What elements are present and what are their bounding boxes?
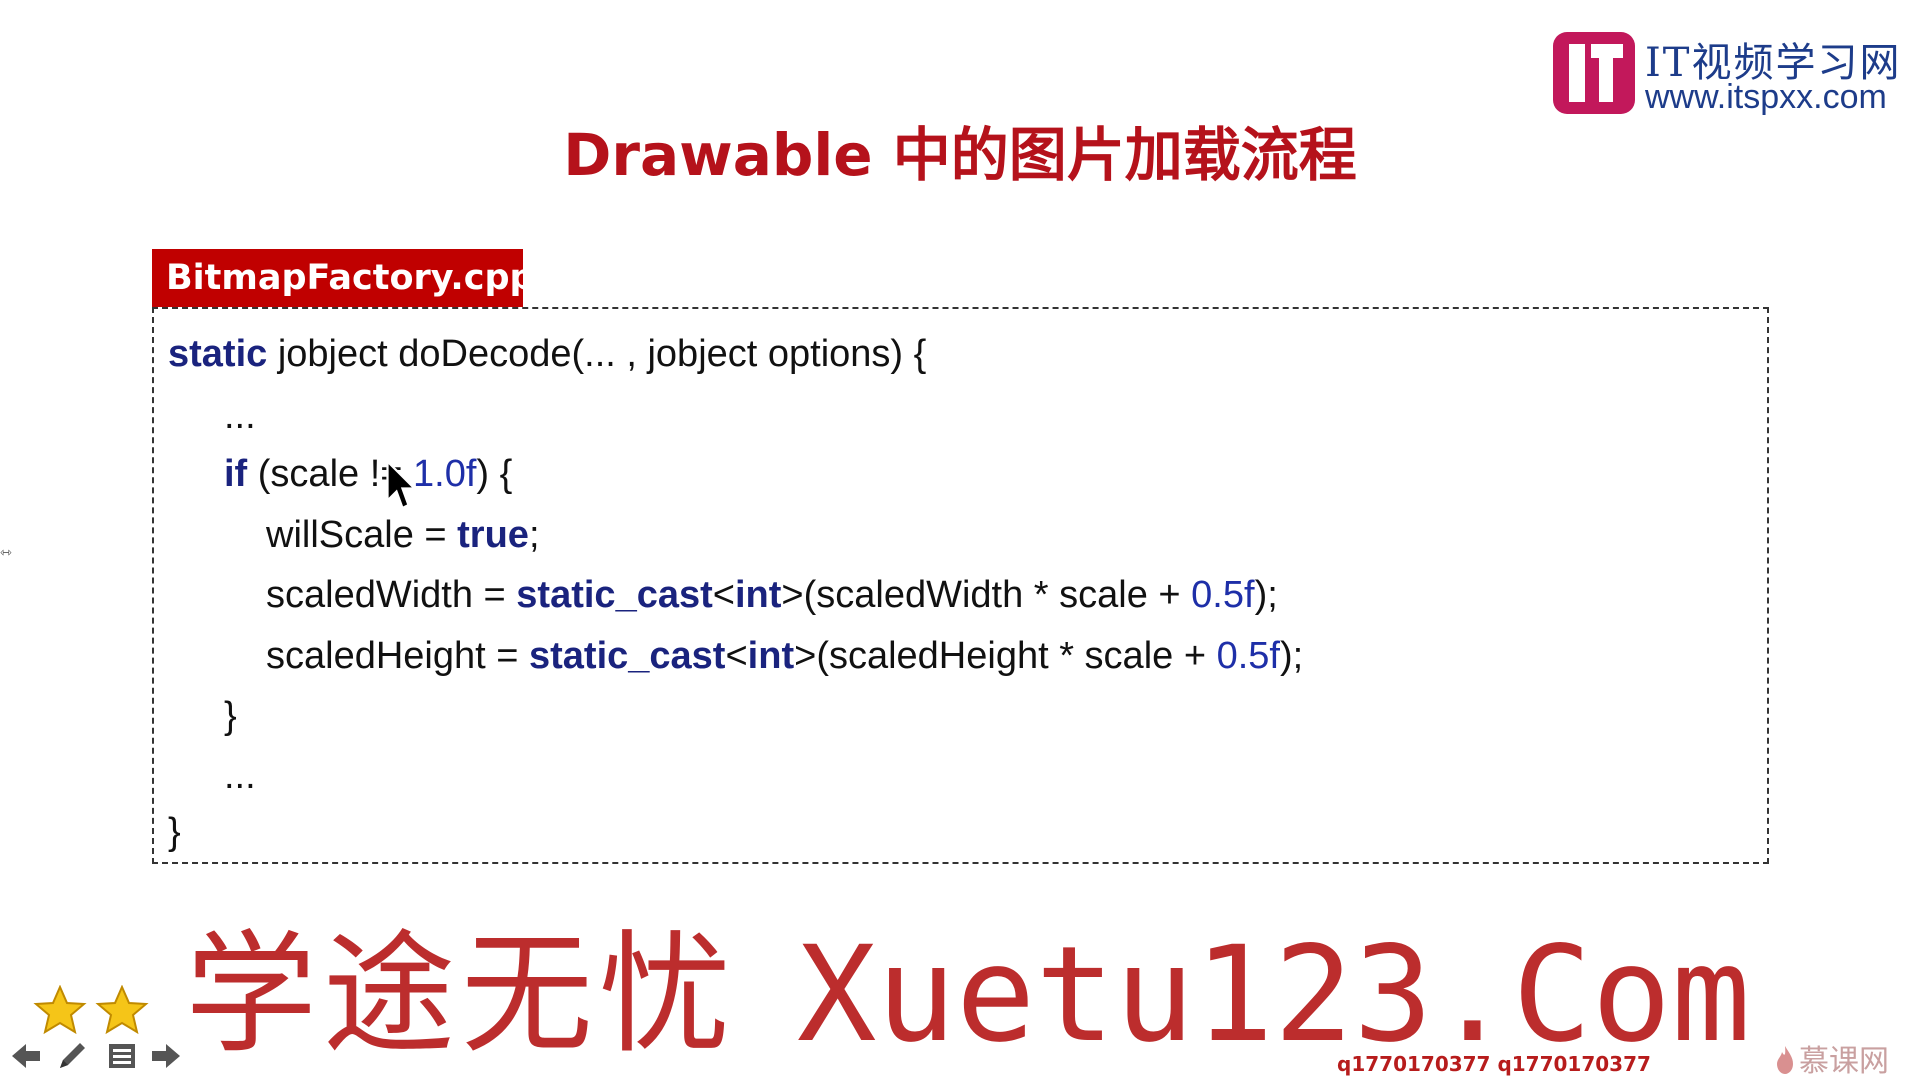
flame-icon — [1777, 1046, 1793, 1074]
file-tab: BitmapFactory.cpp — [152, 249, 535, 307]
code-line: ... — [224, 755, 256, 797]
star-icon — [95, 985, 149, 1035]
code-box: static jobject doDecode(... , jobject op… — [152, 307, 1769, 864]
mooc-logo-text: 慕课网 — [1799, 1044, 1889, 1079]
menu-icon[interactable] — [104, 1038, 140, 1074]
code-line: } — [168, 811, 181, 853]
slide-title: Drawable 中的图片加载流程 — [563, 121, 1357, 189]
pen-icon[interactable] — [54, 1038, 90, 1074]
arrow-left-icon[interactable] — [8, 1038, 44, 1074]
watermark-qq: q1770170377 q1770170377 — [1337, 1052, 1651, 1076]
arrow-right-icon[interactable] — [148, 1038, 184, 1074]
watermark-cn: 学途无忧 — [185, 918, 737, 1072]
site-logo: IT视频学习网 www.itspxx.com — [1553, 28, 1913, 118]
it-logo-icon — [1553, 32, 1635, 114]
resize-handle-icon: ⇿ — [0, 545, 12, 561]
mooc-logo: 慕课网 — [1775, 1036, 1915, 1079]
watermark: 学途无忧 Xuetu123.Com — [185, 920, 1751, 1070]
slide: IT视频学习网 www.itspxx.com Drawable 中的图片加载流程… — [0, 0, 1920, 1080]
watermark-en: Xuetu123.Com — [797, 918, 1751, 1072]
code-line: willScale = true; — [266, 514, 540, 556]
code-line: scaledHeight = static_cast<int>(scaledHe… — [266, 635, 1304, 677]
star-icon — [33, 985, 87, 1035]
code-line: if (scale != 1.0f) { — [224, 453, 513, 495]
slide-nav-controls — [8, 1038, 183, 1078]
code-line: } — [224, 695, 237, 737]
code-line: static jobject doDecode(... , jobject op… — [168, 333, 927, 375]
code-line: scaledWidth = static_cast<int>(scaledWid… — [266, 574, 1278, 616]
rating-stars — [33, 985, 149, 1035]
mouse-cursor-icon — [386, 460, 418, 510]
code-line: ... — [224, 395, 256, 437]
